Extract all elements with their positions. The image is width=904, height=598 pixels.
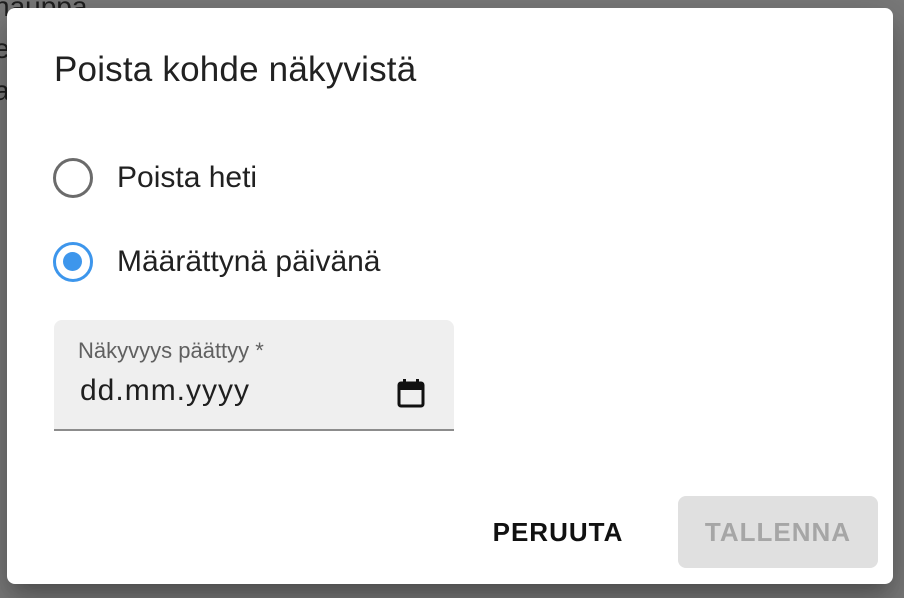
calendar-icon[interactable] bbox=[397, 378, 425, 408]
radio-button-on-date[interactable] bbox=[53, 242, 93, 282]
hide-item-dialog: Poista kohde näkyvistä Poista heti Määrä… bbox=[7, 8, 893, 584]
radio-label-remove-now[interactable]: Poista heti bbox=[117, 161, 257, 195]
dialog-title: Poista kohde näkyvistä bbox=[54, 50, 417, 89]
visibility-end-date-field[interactable]: Näkyvyys päättyy * dd.mm.yyyy bbox=[54, 320, 454, 431]
radio-label-on-date[interactable]: Määrättynä päivänä bbox=[117, 245, 381, 279]
radio-button-remove-now[interactable] bbox=[53, 158, 93, 198]
radio-option-on-date[interactable]: Määrättynä päivänä bbox=[53, 242, 381, 282]
cancel-button[interactable]: PERUUTA bbox=[483, 496, 633, 568]
date-field-label: Näkyvyys päättyy * bbox=[78, 338, 264, 363]
save-button[interactable]: TALLENNA bbox=[678, 496, 878, 568]
radio-selected-dot bbox=[63, 252, 82, 271]
radio-option-remove-now[interactable]: Poista heti bbox=[53, 158, 257, 198]
date-input[interactable]: dd.mm.yyyy bbox=[80, 374, 250, 408]
